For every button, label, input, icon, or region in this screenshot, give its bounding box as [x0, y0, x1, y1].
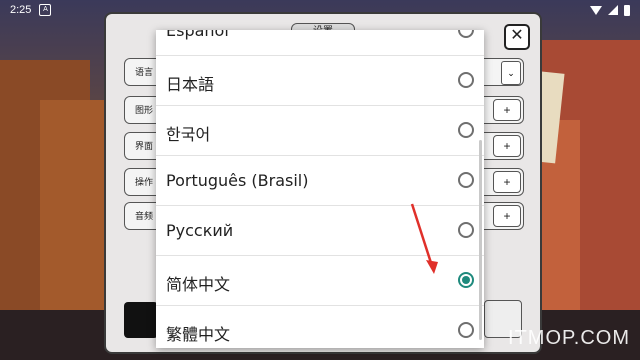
radio-button[interactable] [458, 172, 474, 188]
radio-button[interactable] [458, 30, 474, 38]
language-option-pt-br[interactable]: Português (Brasil) [156, 156, 484, 206]
language-label: 简体中文 [166, 275, 231, 294]
language-option-es[interactable]: Español [156, 30, 484, 56]
language-list: Español 日本語 한국어 Português (Brasil) Русск… [156, 30, 484, 348]
status-icons [590, 4, 630, 16]
annotation-arrow-icon [410, 203, 438, 274]
dialog-scrollbar[interactable] [479, 140, 482, 340]
status-bar: 2:25 A [0, 0, 640, 20]
notification-app-icon: A [39, 4, 52, 16]
language-option-ja[interactable]: 日本語 [156, 56, 484, 106]
language-label: Español [166, 30, 229, 40]
language-option-ko[interactable]: 한국어 [156, 106, 484, 156]
radio-button[interactable] [458, 322, 474, 338]
status-time: 2:25 [10, 4, 32, 16]
language-label: 繁體中文 [166, 325, 231, 344]
radio-button[interactable] [458, 222, 474, 238]
wifi-icon [590, 5, 602, 15]
language-label: 한국어 [166, 125, 211, 144]
language-select-dialog: Español 日本語 한국어 Português (Brasil) Русск… [156, 30, 484, 348]
language-label: Русский [166, 221, 234, 240]
language-label: 日本語 [166, 75, 215, 94]
radio-button[interactable] [458, 72, 474, 88]
language-label: Português (Brasil) [166, 171, 309, 190]
battery-icon [624, 4, 630, 16]
watermark: ITMOP.COM [508, 327, 630, 349]
radio-button-selected[interactable] [458, 272, 474, 288]
cell-signal-icon [608, 5, 618, 15]
language-option-zh-hant[interactable]: 繁體中文 [156, 306, 484, 348]
radio-button[interactable] [458, 122, 474, 138]
